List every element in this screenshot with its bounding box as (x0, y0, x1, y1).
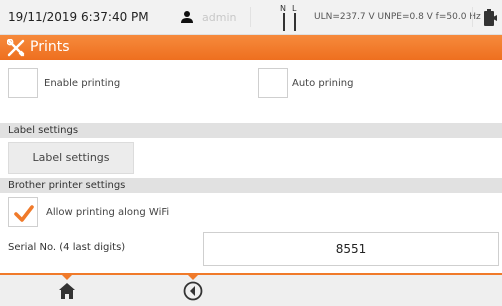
nl-n-label: N (280, 4, 286, 13)
status-divider (472, 7, 473, 27)
auto-printing-label: Auto prining (292, 78, 354, 89)
back-icon[interactable] (183, 281, 203, 301)
page-title: Prints (30, 39, 70, 55)
label-settings-header: Label settings (0, 123, 502, 138)
status-datetime: 19/11/2019 6:37:40 PM (8, 10, 149, 24)
serial-number-input[interactable]: 8551 (203, 232, 499, 266)
serial-number-label: Serial No. (4 last digits) (8, 242, 126, 253)
user-name: admin (202, 11, 237, 24)
label-settings-button[interactable]: Label settings (8, 142, 134, 174)
nl-indicator: N L (280, 4, 302, 32)
enable-printing-checkbox[interactable] (8, 68, 38, 98)
status-bar: 19/11/2019 6:37:40 PM admin N L ULN=237.… (0, 0, 502, 35)
tools-icon (7, 39, 25, 57)
n-line-icon (283, 13, 285, 31)
brother-printer-settings-header: Brother printer settings (0, 178, 502, 193)
title-bar: Prints (0, 35, 502, 60)
nl-l-label: L (292, 4, 297, 13)
home-marker (62, 275, 72, 280)
user-icon (181, 11, 193, 23)
auto-printing-checkbox[interactable] (258, 68, 288, 98)
checkmark-icon (14, 205, 34, 222)
bottom-bar (0, 273, 502, 306)
measurement-readout: ULN=237.7 V UNPE=0.8 V f=50.0 Hz (314, 12, 481, 22)
back-marker (188, 275, 198, 280)
l-line-icon (294, 13, 296, 31)
allow-wifi-printing-label: Allow printing along WiFi (46, 207, 170, 218)
battery-plug-icon (484, 9, 497, 26)
home-icon[interactable] (58, 282, 76, 300)
enable-printing-label: Enable printing (44, 78, 121, 89)
allow-wifi-printing-checkbox[interactable] (8, 197, 38, 227)
status-divider (250, 7, 251, 27)
